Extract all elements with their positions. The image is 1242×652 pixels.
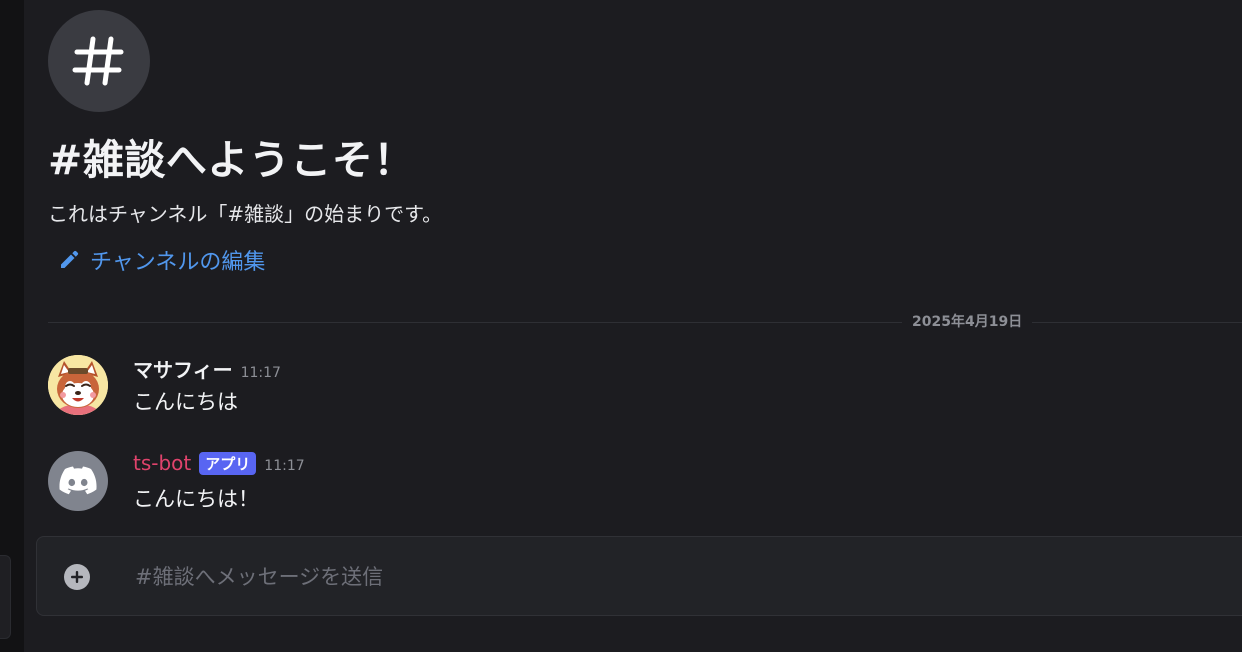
hashtag-icon xyxy=(72,36,124,86)
message-header: ts-bot アプリ 11:17 xyxy=(133,451,305,476)
date-divider xyxy=(48,322,1242,323)
message-author[interactable]: ts-bot xyxy=(133,451,191,475)
pencil-icon xyxy=(61,250,79,268)
message-composer xyxy=(36,536,1242,616)
plus-icon xyxy=(71,571,83,583)
date-divider-label: 2025年4月19日 xyxy=(902,311,1033,331)
message-text: こんにちは xyxy=(133,390,238,414)
channel-welcome-description: これはチャンネル「#雑談」の始まりです。 xyxy=(48,202,443,226)
discord-logo-avatar[interactable] xyxy=(48,451,108,511)
add-attachment-button[interactable] xyxy=(64,564,90,590)
message-input[interactable] xyxy=(133,557,1037,597)
channel-welcome-title: #雑談へようこそ！ xyxy=(48,136,415,184)
discord-logo-icon xyxy=(59,466,97,495)
message-text: こんにちは！ xyxy=(133,487,259,511)
message-timestamp[interactable]: 11:17 xyxy=(264,458,304,474)
edit-channel-link[interactable]: チャンネルの編集 xyxy=(58,244,265,276)
red-panda-avatar[interactable] xyxy=(48,355,108,415)
sidebar-panel-tab[interactable] xyxy=(0,555,11,639)
message-author[interactable]: マサフィー xyxy=(133,354,233,383)
app-badge: アプリ xyxy=(199,452,257,475)
channel-hashtag-icon xyxy=(48,10,150,112)
edit-channel-label[interactable]: チャンネルの編集 xyxy=(90,244,265,276)
message-header: マサフィー 11:17 xyxy=(133,354,281,383)
message-timestamp[interactable]: 11:17 xyxy=(241,365,281,381)
